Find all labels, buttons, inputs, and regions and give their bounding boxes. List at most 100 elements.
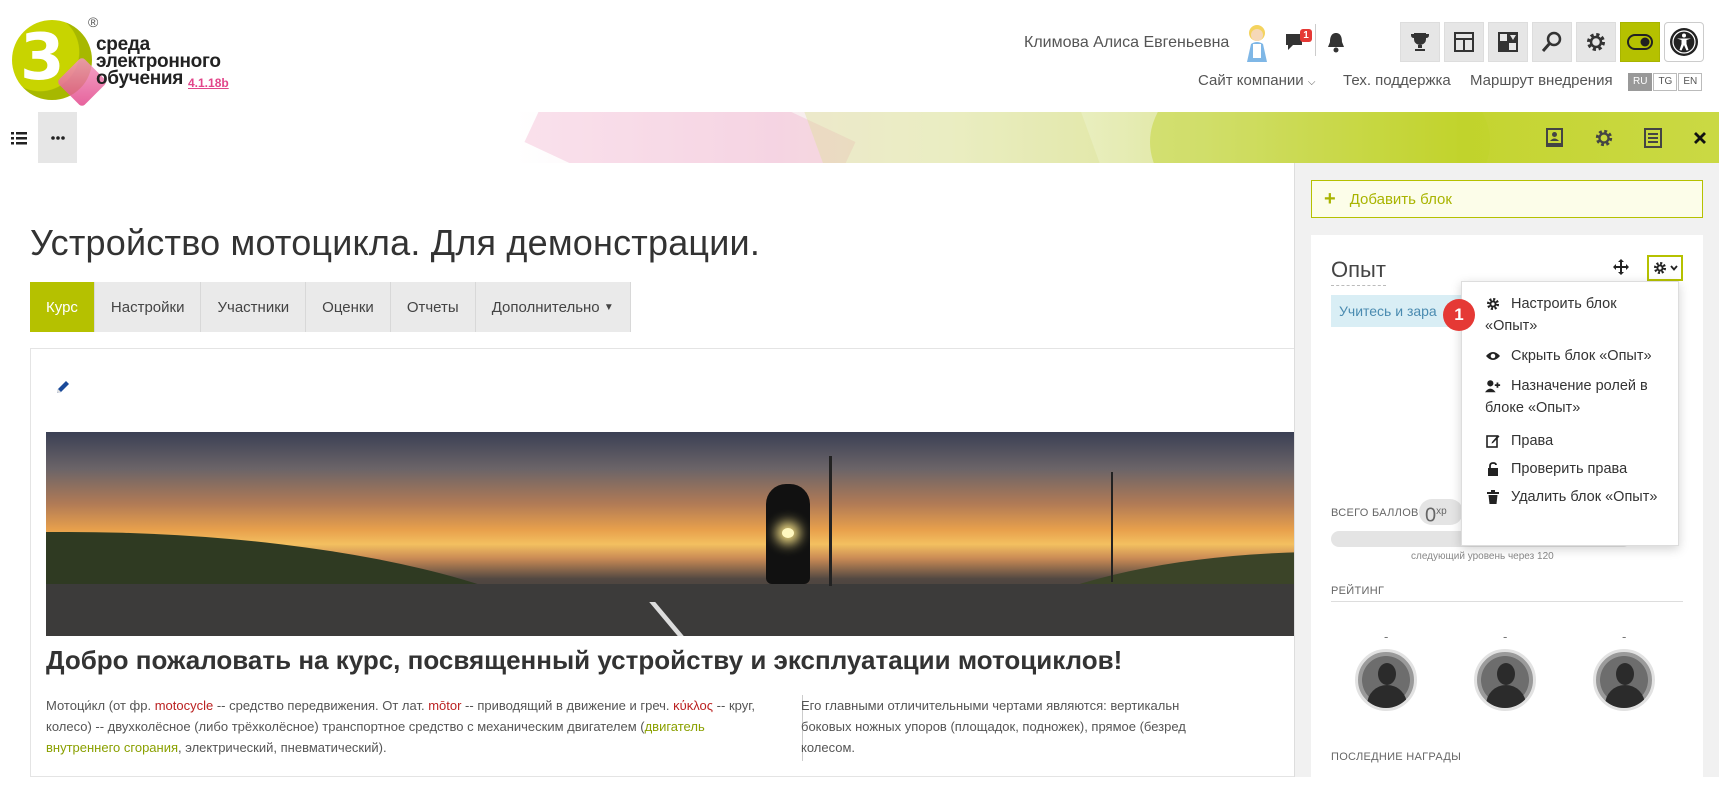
add-block-label: Добавить блок [1349,190,1452,208]
toggle-mode-button[interactable] [1620,22,1660,62]
lang-ru[interactable]: RU [1628,73,1653,91]
menu-item-delete-block[interactable]: Удалить блок «Опыт» [1485,486,1670,508]
layout-button[interactable] [1488,22,1528,62]
support-link[interactable]: Тех. поддержка [1343,72,1451,89]
link-kyklos[interactable]: κύκλος [673,698,713,713]
rating-position: - [1622,629,1627,644]
course-index-button[interactable] [0,112,38,163]
header-divider [1315,24,1316,56]
tab-participants[interactable]: Участники [201,282,307,332]
intro-text: , электрический, пневматический). [178,740,387,755]
link-motocycle[interactable]: motocycle [155,698,214,713]
tab-reports[interactable]: Отчеты [390,282,476,332]
user-avatar[interactable] [1242,22,1272,62]
tab-more-label: Дополнительно [491,298,600,316]
search-icon [1541,31,1562,52]
block-actions-button[interactable] [1647,255,1683,281]
id-card-icon [1546,127,1563,147]
trophy-button[interactable] [1400,22,1440,62]
user-card-button[interactable] [1536,112,1574,163]
hero-pole [1111,472,1113,582]
user-name[interactable]: Климова Алиса Евгеньевна [1024,34,1229,52]
company-site-link[interactable]: Сайт компании ⌵ [1198,72,1315,89]
intro-text-line: боковых ножных упоров (площадок, подноже… [801,719,1186,734]
close-icon [1694,131,1706,144]
gear-icon [1595,129,1613,146]
move-icon[interactable] [1613,259,1629,275]
accessibility-icon [1670,28,1698,56]
dashboard-button[interactable] [1444,22,1484,62]
bell-icon[interactable] [1325,30,1347,54]
banner-decor [524,112,856,163]
more-button[interactable] [38,112,77,163]
blocks-drawer-button[interactable] [1634,112,1672,163]
top-header: 3 ® среда электронного обучения 4.1.18b … [0,0,1719,112]
gear-icon [1653,261,1666,275]
close-drawer-button[interactable] [1681,112,1719,163]
course-title: Устройство мотоцикла. Для демонстрации. [30,222,761,263]
rating-position: - [1384,629,1389,644]
intro-text: -- приводящий в движение и греч. [461,698,674,713]
intro-text-line: Его главными отличительными чертами явля… [801,698,1180,713]
block-actions-menu: Настроить блок «Опыт» Скрыть блок «Опыт»… [1461,281,1679,546]
pencil-icon[interactable] [55,379,71,395]
menu-item-permissions[interactable]: Права [1485,430,1670,452]
link-motor[interactable]: mōtor [428,698,461,713]
block-title: Опыт [1331,257,1386,286]
total-points-label: ВСЕГО БАЛЛОВ [1331,507,1419,519]
menu-item-check-permissions[interactable]: Проверить права [1485,458,1670,480]
menu-item-label: Назначение ролей в блоке «Опыт» [1485,378,1648,416]
search-button[interactable] [1532,22,1572,62]
course-settings-button[interactable] [1585,112,1623,163]
cog-icon [1486,298,1500,311]
accessibility-button[interactable] [1664,22,1704,62]
edit-icon [1486,435,1500,448]
course-hero-image [46,432,1295,636]
menu-item-assign-roles[interactable]: Назначение ролей в блоке «Опыт» [1485,375,1670,419]
lang-tg[interactable]: TG [1653,73,1678,91]
rating-divider [1331,601,1683,602]
xp-unit: xp [1436,506,1447,517]
welcome-heading: Добро пожаловать на курс, посвященный ус… [46,645,1123,675]
add-block-button[interactable]: + Добавить блок [1311,180,1703,218]
eye-icon [1486,352,1500,361]
rating-avatar [1355,649,1417,711]
menu-item-hide-block[interactable]: Скрыть блок «Опыт» [1485,345,1670,367]
version-link[interactable]: 4.1.18b [188,76,229,90]
rating-position: - [1503,629,1508,644]
menu-item-label: Скрыть блок «Опыт» [1511,348,1652,364]
xp-value: 0 [1425,504,1437,527]
tab-grades[interactable]: Оценки [306,282,391,332]
chevron-down-icon: ⌵ [1307,77,1316,88]
tab-course[interactable]: Курс [30,282,95,332]
plus-icon: + [1324,187,1336,210]
hero-pole [829,456,832,586]
gear-icon [1587,33,1605,51]
step-marker: 1 [1443,299,1475,331]
tab-more[interactable]: Дополнительно ▼ [475,282,631,332]
banner-strip [0,112,1719,163]
chevron-down-icon: ▼ [603,301,614,313]
dashboard-icon [1454,32,1474,52]
rating-label: РЕЙТИНГ [1331,585,1385,597]
company-site-label: Сайт компании [1198,72,1304,89]
ellipsis-icon [50,135,65,140]
intro-text-left: Мотоци́кл (от фр. motocycle -- средство … [46,695,766,758]
lang-en[interactable]: EN [1678,73,1703,91]
messages-badge: 1 [1300,29,1312,42]
list-icon [11,131,27,144]
tab-settings[interactable]: Настройки [94,282,202,332]
menu-item-configure-block[interactable]: Настроить блок «Опыт» [1485,293,1670,337]
language-switcher: RU TG EN [1628,73,1703,91]
implementation-route-link[interactable]: Маршрут внедрения [1470,72,1613,89]
intro-text-right: Его главными отличительными чертами явля… [801,695,1281,758]
menu-item-label: Удалить блок «Опыт» [1511,489,1658,505]
settings-button[interactable] [1576,22,1616,62]
banner-decor [1150,112,1490,163]
menu-item-label: Проверить права [1511,461,1628,477]
course-tabs: Курс Настройки Участники Оценки Отчеты Д… [30,282,631,332]
logo-registered: ® [88,14,99,30]
unlock-icon [1488,462,1498,477]
recent-awards-label: ПОСЛЕДНИЕ НАГРАДЫ [1331,751,1462,763]
layout-icon [1498,32,1518,52]
